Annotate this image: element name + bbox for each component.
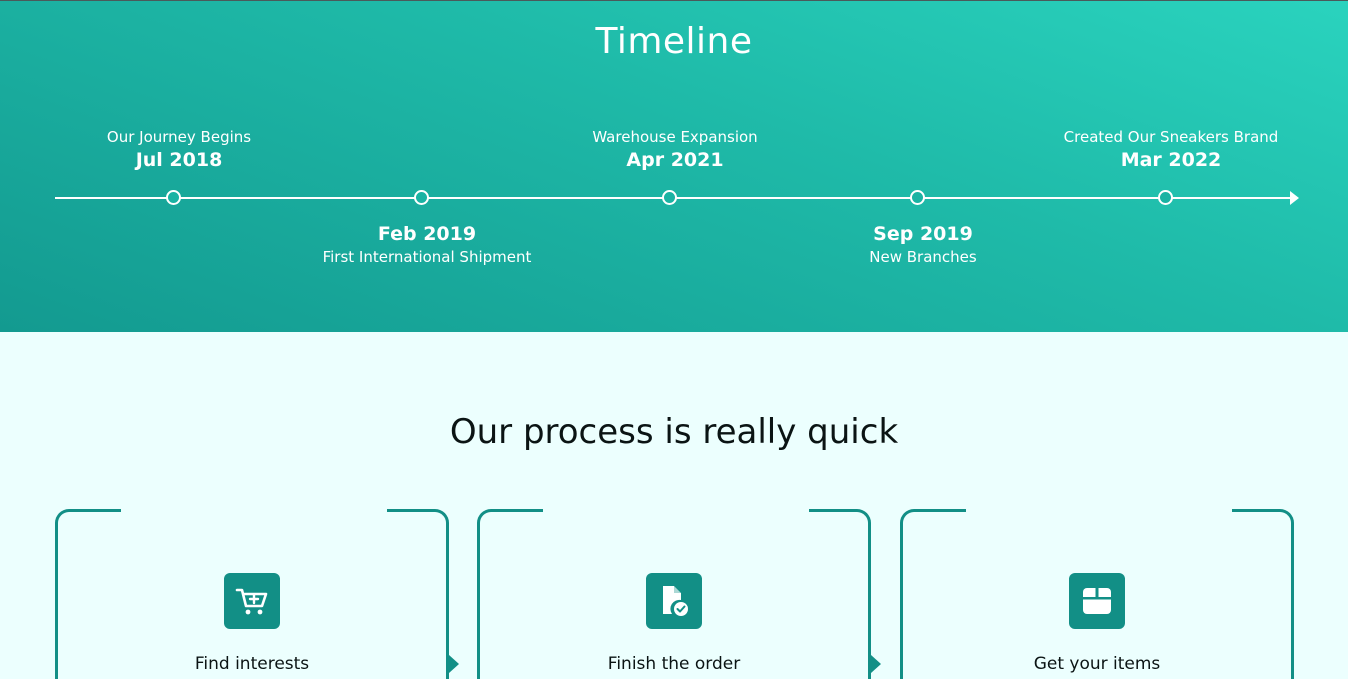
timeline-arrow-icon	[1290, 191, 1299, 205]
process-step-card: Finish the order	[477, 508, 881, 679]
timeline-dot	[414, 190, 429, 205]
timeline-event: Sep 2019 New Branches	[793, 221, 1053, 267]
timeline-event: Our Journey Begins Jul 2018	[49, 127, 309, 173]
timeline-title: Timeline	[595, 21, 753, 62]
timeline-event-caption: Our Journey Begins	[106, 128, 252, 146]
timeline-event-date: Apr 2021	[626, 149, 724, 171]
timeline-event-date: Jul 2018	[135, 149, 223, 171]
timeline-event: Created Our Sneakers Brand Mar 2022	[1041, 127, 1301, 173]
timeline-event: Feb 2019 First International Shipment	[297, 221, 557, 267]
process-step-label: Find interests	[194, 654, 310, 674]
process-title: Our process is really quick	[449, 412, 899, 452]
timeline-event-caption: Created Our Sneakers Brand	[1063, 128, 1279, 146]
process-step-label: Finish the order	[607, 654, 741, 674]
timeline-event-caption: First International Shipment	[322, 248, 532, 266]
timeline-section: Timeline Our Journey Begins Jul 2018 Feb…	[0, 0, 1348, 332]
timeline-dot	[662, 190, 677, 205]
process-step-card: Get your items	[900, 508, 1294, 679]
document-check-icon	[646, 573, 702, 629]
timeline-dot	[1158, 190, 1173, 205]
cart-plus-icon	[224, 573, 280, 629]
timeline-dot	[166, 190, 181, 205]
timeline-event-date: Sep 2019	[873, 223, 973, 245]
timeline-dot	[910, 190, 925, 205]
process-step-card: Find interests	[55, 508, 459, 679]
timeline-event-caption: Warehouse Expansion	[592, 128, 758, 146]
timeline-event-date: Mar 2022	[1120, 149, 1222, 171]
timeline-event: Warehouse Expansion Apr 2021	[545, 127, 805, 173]
process-step-label: Get your items	[1033, 654, 1161, 674]
step-arrow-icon	[871, 655, 881, 673]
timeline-event-caption: New Branches	[869, 248, 977, 266]
timeline-event-date: Feb 2019	[377, 223, 477, 245]
step-arrow-icon	[449, 655, 459, 673]
box-icon	[1069, 573, 1125, 629]
